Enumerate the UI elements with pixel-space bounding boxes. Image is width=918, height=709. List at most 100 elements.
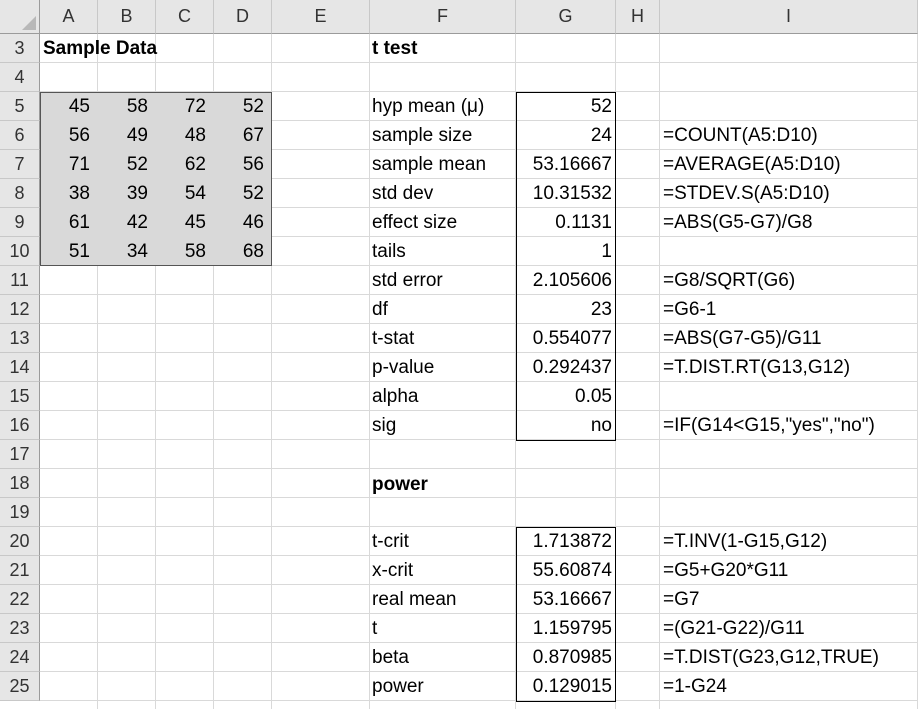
ttest-value[interactable]: 0.554077 xyxy=(516,324,616,353)
sample-data-cell[interactable]: 48 xyxy=(156,121,210,150)
ttest-formula[interactable]: =STDEV.S(A5:D10) xyxy=(663,179,830,208)
select-all-corner[interactable] xyxy=(0,0,40,34)
row-header-8[interactable]: 8 xyxy=(0,179,40,208)
power-title[interactable]: power xyxy=(372,470,428,499)
ttest-value[interactable]: 24 xyxy=(516,121,616,150)
sample-data-cell[interactable]: 49 xyxy=(98,121,152,150)
spreadsheet-grid[interactable]: ABCDEFGHI 3 4 5 6 7 8 9 10 11 12 13 14 15 16 17 18 19 20 2… xyxy=(0,0,918,709)
ttest-label[interactable]: hyp mean (μ) xyxy=(372,92,484,121)
row-header-21[interactable]: 21 xyxy=(0,556,40,585)
ttest-value[interactable]: 1 xyxy=(516,237,616,266)
ttest-label[interactable]: tails xyxy=(372,237,406,266)
row-header-5[interactable]: 5 xyxy=(0,92,40,121)
power-value[interactable]: 0.870985 xyxy=(516,643,616,672)
sample-data-cell[interactable]: 68 xyxy=(214,237,268,266)
column-header-f[interactable]: F xyxy=(370,0,516,34)
column-header-c[interactable]: C xyxy=(156,0,214,34)
power-value[interactable]: 0.129015 xyxy=(516,672,616,701)
sample-data-cell[interactable]: 52 xyxy=(98,150,152,179)
ttest-label[interactable]: sig xyxy=(372,411,396,440)
row-header-4[interactable]: 4 xyxy=(0,63,40,92)
sample-data-cell[interactable]: 56 xyxy=(40,121,94,150)
ttest-formula[interactable]: =AVERAGE(A5:D10) xyxy=(663,150,841,179)
ttest-value[interactable]: no xyxy=(516,411,616,440)
row-header-13[interactable]: 13 xyxy=(0,324,40,353)
row-header-11[interactable]: 11 xyxy=(0,266,40,295)
power-formula[interactable]: =G5+G20*G11 xyxy=(663,556,788,585)
ttest-value[interactable]: 23 xyxy=(516,295,616,324)
column-header-d[interactable]: D xyxy=(214,0,272,34)
power-formula[interactable]: =1-G24 xyxy=(663,672,727,701)
column-header-h[interactable]: H xyxy=(616,0,660,34)
sample-data-cell[interactable]: 45 xyxy=(40,92,94,121)
sample-data-cell[interactable]: 45 xyxy=(156,208,210,237)
row-header-20[interactable]: 20 xyxy=(0,527,40,556)
row-header-9[interactable]: 9 xyxy=(0,208,40,237)
power-label[interactable]: power xyxy=(372,672,424,701)
ttest-formula[interactable]: =COUNT(A5:D10) xyxy=(663,121,818,150)
sample-data-cell[interactable]: 72 xyxy=(156,92,210,121)
row-header-7[interactable]: 7 xyxy=(0,150,40,179)
sample-data-cell[interactable]: 56 xyxy=(214,150,268,179)
ttest-value[interactable]: 0.05 xyxy=(516,382,616,411)
row-header-18[interactable]: 18 xyxy=(0,469,40,498)
ttest-label[interactable]: sample size xyxy=(372,121,472,150)
ttest-value[interactable]: 0.292437 xyxy=(516,353,616,382)
power-value[interactable]: 55.60874 xyxy=(516,556,616,585)
power-value[interactable]: 1.713872 xyxy=(516,527,616,556)
sample-data-cell[interactable]: 58 xyxy=(98,92,152,121)
sample-data-cell[interactable]: 39 xyxy=(98,179,152,208)
row-header-16[interactable]: 16 xyxy=(0,411,40,440)
row-header-6[interactable]: 6 xyxy=(0,121,40,150)
sample-data-cell[interactable]: 42 xyxy=(98,208,152,237)
row-header-24[interactable]: 24 xyxy=(0,643,40,672)
sample-data-cell[interactable]: 46 xyxy=(214,208,268,237)
row-header-12[interactable]: 12 xyxy=(0,295,40,324)
ttest-formula[interactable]: =G8/SQRT(G6) xyxy=(663,266,795,295)
row-header-10[interactable]: 10 xyxy=(0,237,40,266)
sample-data-title[interactable]: Sample Data xyxy=(43,34,157,63)
ttest-label[interactable]: std dev xyxy=(372,179,433,208)
row-header-14[interactable]: 14 xyxy=(0,353,40,382)
power-label[interactable]: x-crit xyxy=(372,556,413,585)
column-header-g[interactable]: G xyxy=(516,0,616,34)
row-header-23[interactable]: 23 xyxy=(0,614,40,643)
power-label[interactable]: real mean xyxy=(372,585,457,614)
ttest-value[interactable]: 0.1131 xyxy=(516,208,616,237)
ttest-title[interactable]: t test xyxy=(372,34,417,63)
power-label[interactable]: t-crit xyxy=(372,527,409,556)
power-label[interactable]: beta xyxy=(372,643,409,672)
power-value[interactable]: 1.159795 xyxy=(516,614,616,643)
ttest-value[interactable]: 10.31532 xyxy=(516,179,616,208)
ttest-formula[interactable]: =ABS(G5-G7)/G8 xyxy=(663,208,812,237)
row-header-22[interactable]: 22 xyxy=(0,585,40,614)
sample-data-cell[interactable]: 52 xyxy=(214,179,268,208)
ttest-value[interactable]: 2.105606 xyxy=(516,266,616,295)
row-header-17[interactable]: 17 xyxy=(0,440,40,469)
column-header-b[interactable]: B xyxy=(98,0,156,34)
column-header-e[interactable]: E xyxy=(272,0,370,34)
ttest-label[interactable]: alpha xyxy=(372,382,419,411)
sample-data-cell[interactable]: 62 xyxy=(156,150,210,179)
row-header-3[interactable]: 3 xyxy=(0,34,40,63)
ttest-formula[interactable]: =G6-1 xyxy=(663,295,716,324)
ttest-value[interactable]: 53.16667 xyxy=(516,150,616,179)
column-header-a[interactable]: A xyxy=(40,0,98,34)
power-formula[interactable]: =(G21-G22)/G11 xyxy=(663,614,805,643)
sample-data-cell[interactable]: 38 xyxy=(40,179,94,208)
sample-data-cell[interactable]: 34 xyxy=(98,237,152,266)
column-header-i[interactable]: I xyxy=(660,0,918,34)
power-formula[interactable]: =T.INV(1-G15,G12) xyxy=(663,527,827,556)
ttest-formula[interactable]: =ABS(G7-G5)/G11 xyxy=(663,324,822,353)
row-header-25[interactable]: 25 xyxy=(0,672,40,701)
ttest-value[interactable]: 52 xyxy=(516,92,616,121)
ttest-label[interactable]: sample mean xyxy=(372,150,486,179)
sample-data-cell[interactable]: 52 xyxy=(214,92,268,121)
sample-data-cell[interactable]: 58 xyxy=(156,237,210,266)
sample-data-cell[interactable]: 71 xyxy=(40,150,94,179)
power-formula[interactable]: =G7 xyxy=(663,585,699,614)
power-label[interactable]: t xyxy=(372,614,377,643)
ttest-label[interactable]: t-stat xyxy=(372,324,414,353)
ttest-label[interactable]: df xyxy=(372,295,388,324)
ttest-label[interactable]: effect size xyxy=(372,208,457,237)
